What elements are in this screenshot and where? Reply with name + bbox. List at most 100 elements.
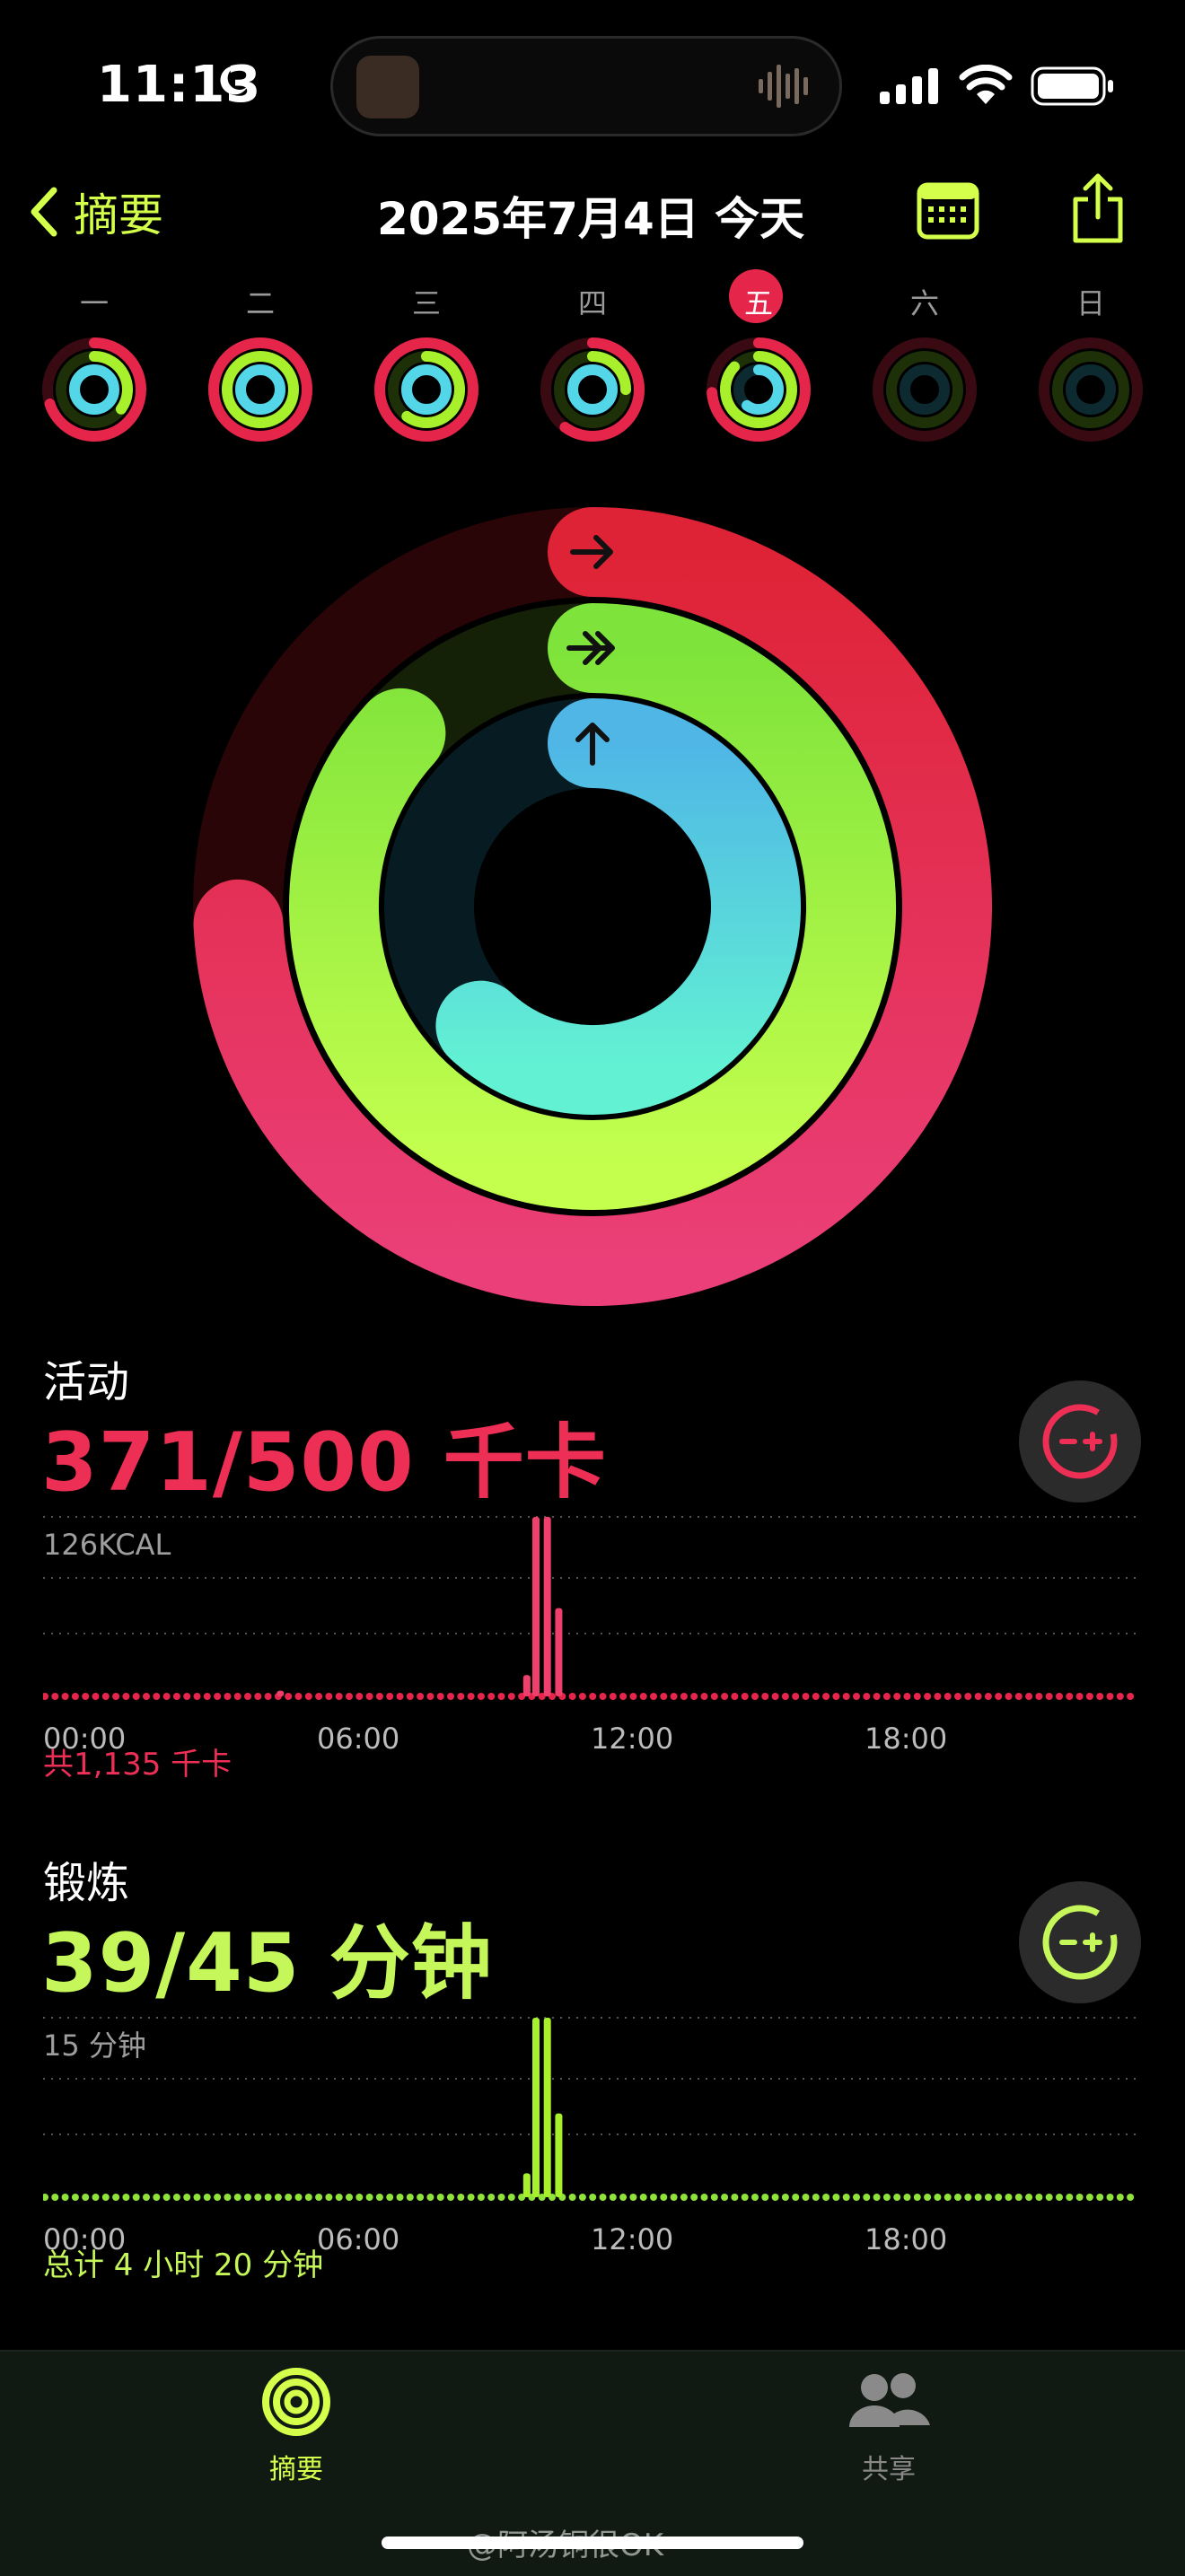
x-tick-label: 06:00 <box>317 2222 399 2256</box>
baseline-dot <box>396 1693 404 1700</box>
share-icon[interactable] <box>1068 172 1128 244</box>
day-rings-7[interactable] <box>1035 334 1146 445</box>
hourly-bar <box>276 1690 285 1696</box>
x-tick-label: 12:00 <box>591 1722 673 1756</box>
day-rings-2[interactable] <box>205 334 316 445</box>
baseline-dot <box>1066 2194 1074 2201</box>
baseline-dot <box>101 2194 110 2201</box>
baseline-dot <box>1085 1693 1093 1700</box>
baseline-dot <box>386 2194 394 2201</box>
baseline-dot <box>974 2194 982 2201</box>
tab-summary[interactable]: 摘要 <box>162 2366 431 2486</box>
baseline-dot <box>375 2194 383 2201</box>
baseline-dot <box>162 2194 171 2201</box>
day-rings-5[interactable] <box>703 334 814 445</box>
baseline-dot <box>1014 2194 1023 2201</box>
baseline-dot <box>792 2194 800 2201</box>
day-rings-4[interactable] <box>537 334 648 445</box>
baseline-dot <box>771 1693 779 1700</box>
baseline-dot <box>467 1693 475 1700</box>
edit-move-goal-button[interactable] <box>1019 1380 1141 1503</box>
baseline-dot <box>721 1693 729 1700</box>
hourly-bar <box>532 1517 540 1696</box>
baseline-dot <box>1106 1693 1114 1700</box>
baseline-dot <box>1096 2194 1104 2201</box>
baseline-dot <box>71 2194 79 2201</box>
baseline-dot <box>274 2194 282 2201</box>
baseline-dot <box>853 2194 860 2201</box>
baseline-dot <box>964 1693 972 1700</box>
adjust-goal-icon <box>1042 1905 1118 1980</box>
baseline-dot <box>406 2194 414 2201</box>
baseline-dot <box>487 2194 496 2201</box>
day-rings-6[interactable] <box>869 334 980 445</box>
baseline-dot <box>172 2194 180 2201</box>
baseline-dot <box>426 1693 434 1700</box>
hourly-bar <box>555 1608 563 1696</box>
cellular-signal-icon <box>880 68 938 104</box>
baseline-dot <box>639 2194 647 2201</box>
baseline-dot <box>497 1693 505 1700</box>
day-rings-1[interactable] <box>39 334 150 445</box>
baseline-dot <box>304 2194 312 2201</box>
baseline-dot <box>599 2194 607 2201</box>
baseline-dot <box>609 1693 617 1700</box>
baseline-dot <box>1106 2194 1114 2201</box>
baseline-dot <box>1035 1693 1043 1700</box>
baseline-dot <box>143 1693 150 1700</box>
baseline-dot <box>325 1693 333 1700</box>
baseline-dot <box>934 2194 942 2201</box>
baseline-dot <box>51 1693 59 1700</box>
baseline-dot <box>822 1693 830 1700</box>
watermark: @阿汤铜很OK <box>467 2528 664 2563</box>
baseline-dot <box>882 1693 891 1700</box>
stand-ring-track <box>1066 364 1116 415</box>
activity-rings[interactable] <box>189 503 996 1310</box>
baseline-dot <box>153 2194 161 2201</box>
x-tick-label: 18:00 <box>865 1722 947 1756</box>
baseline-dot <box>497 2194 505 2201</box>
back-label: 摘要 <box>74 189 163 241</box>
baseline-dot <box>1085 2194 1093 2201</box>
baseline-dot <box>710 2194 718 2201</box>
chevron-left-icon <box>31 187 57 237</box>
baseline-dot <box>406 1693 414 1700</box>
baseline-dot <box>751 2194 759 2201</box>
stand-ring-progress <box>401 364 452 415</box>
calendar-icon[interactable] <box>916 180 980 241</box>
baseline-dot <box>1116 1693 1124 1700</box>
peak-label: 126KCAL <box>43 1528 171 1562</box>
people-icon <box>849 2373 930 2427</box>
baseline-dot <box>1066 1693 1074 1700</box>
baseline-dot <box>995 1693 1003 1700</box>
x-tick-label: 06:00 <box>317 1722 399 1756</box>
baseline-dot <box>132 1693 140 1700</box>
baseline-dot <box>1096 1693 1104 1700</box>
baseline-dot <box>974 1693 982 1700</box>
baseline-dot <box>690 2194 698 2201</box>
tab-sharing[interactable]: 共享 <box>754 2366 1023 2486</box>
back-button[interactable]: 摘要 <box>27 180 163 244</box>
baseline-dot <box>43 1693 48 1700</box>
baseline-dot <box>436 2194 444 2201</box>
baseline-dot <box>934 1693 942 1700</box>
baseline-dot <box>1025 2194 1033 2201</box>
baseline-dot <box>873 2194 881 2201</box>
baseline-dot <box>61 1693 69 1700</box>
page-title: 2025年7月4日 今天 <box>377 193 805 245</box>
baseline-dot <box>467 2194 475 2201</box>
hourly-bar <box>543 1517 551 1696</box>
exercise-value: 39/45 分钟 <box>41 1916 493 2011</box>
weekday-label: 三 <box>411 286 441 320</box>
baseline-dot <box>751 1693 759 1700</box>
hourly-bar <box>555 2113 563 2197</box>
baseline-dot <box>781 1693 789 1700</box>
baseline-dot <box>294 1693 303 1700</box>
edit-exercise-goal-button[interactable] <box>1019 1881 1141 2003</box>
day-rings-3[interactable] <box>371 334 482 445</box>
baseline-dot <box>193 1693 201 1700</box>
baseline-dot <box>984 1693 992 1700</box>
baseline-dot <box>1014 1693 1023 1700</box>
baseline-dot <box>1056 2194 1063 2201</box>
baseline-dot <box>832 2194 840 2201</box>
